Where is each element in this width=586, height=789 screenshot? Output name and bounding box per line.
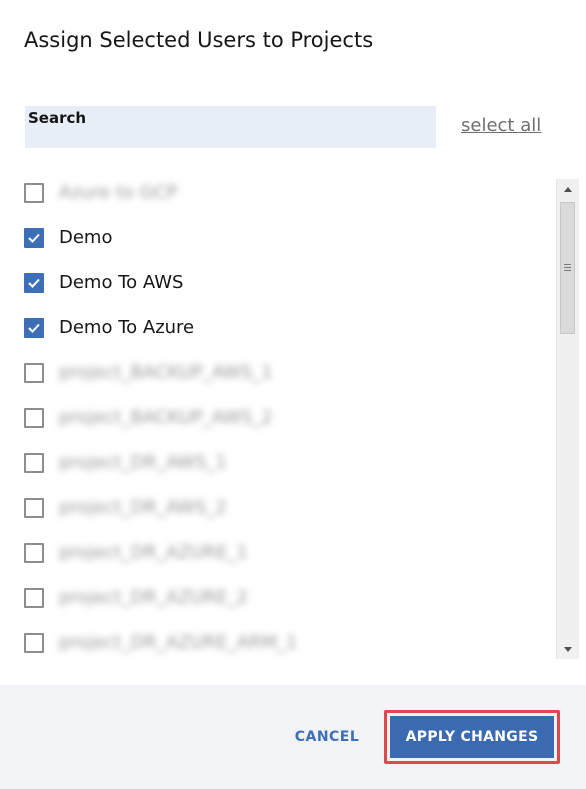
select-all-link[interactable]: select all [461, 115, 541, 136]
project-list-item[interactable]: Demo [0, 215, 540, 260]
checkbox-unchecked[interactable] [24, 362, 44, 383]
grip-icon [564, 264, 571, 271]
project-list-item[interactable]: project_BACKUP_AWS_1 [0, 350, 540, 395]
project-label: Demo To Azure [59, 317, 195, 338]
search-field[interactable]: Search [25, 106, 436, 148]
checkbox-unchecked[interactable] [24, 542, 44, 563]
project-label: project_DR_AZURE_ARM_1 [59, 632, 298, 653]
project-label: Demo [59, 227, 113, 248]
project-label: Demo To AWS [59, 272, 184, 293]
checkbox-unchecked[interactable] [24, 407, 44, 428]
project-list: Azure to GCP Demo Demo To AWS Demo To Azure… [0, 170, 580, 660]
project-label: project_DR_AZURE_1 [59, 542, 248, 563]
project-list-item[interactable]: project_DR_AZURE_2 [0, 575, 540, 620]
checkbox-unchecked[interactable] [24, 587, 44, 608]
dialog-title: Assign Selected Users to Projects [24, 28, 374, 52]
project-label: project_DR_AZURE_2 [59, 587, 248, 608]
scroll-down-arrow-icon[interactable] [557, 639, 579, 659]
checkmark-icon [28, 278, 40, 288]
dialog-footer: CANCEL APPLY CHANGES [0, 685, 586, 789]
scroll-thumb[interactable] [560, 202, 575, 334]
checkbox-checked[interactable] [24, 317, 44, 338]
checkmark-icon [28, 323, 40, 333]
project-list-item[interactable]: project_BACKUP_AWS_2 [0, 395, 540, 440]
project-list-item[interactable]: project_DR_AZURE_ARM_1 [0, 620, 540, 660]
project-list-item[interactable]: Demo To Azure [0, 305, 540, 350]
search-label: Search [28, 109, 87, 127]
project-list-item[interactable]: project_DR_AWS_1 [0, 440, 540, 485]
project-list-item[interactable]: project_DR_AWS_2 [0, 485, 540, 530]
checkbox-unchecked[interactable] [24, 182, 44, 203]
scroll-up-arrow-icon[interactable] [557, 179, 579, 199]
project-label: Azure to GCP [59, 182, 178, 203]
checkmark-icon [28, 233, 40, 243]
project-label: project_BACKUP_AWS_1 [59, 362, 273, 383]
checkbox-unchecked[interactable] [24, 497, 44, 518]
project-label: project_BACKUP_AWS_2 [59, 407, 273, 428]
checkbox-checked[interactable] [24, 227, 44, 248]
project-list-item[interactable]: Demo To AWS [0, 260, 540, 305]
search-input[interactable] [25, 128, 436, 148]
project-label: project_DR_AWS_2 [59, 497, 227, 518]
cancel-button[interactable]: CANCEL [280, 713, 374, 761]
checkbox-checked[interactable] [24, 272, 44, 293]
assign-projects-dialog: Assign Selected Users to Projects Search… [0, 0, 586, 789]
apply-changes-button[interactable]: APPLY CHANGES [390, 716, 554, 758]
project-list-item[interactable]: Azure to GCP [0, 170, 540, 215]
checkbox-unchecked[interactable] [24, 452, 44, 473]
checkbox-unchecked[interactable] [24, 632, 44, 653]
project-list-item[interactable]: project_DR_AZURE_1 [0, 530, 540, 575]
list-scrollbar[interactable] [556, 179, 579, 659]
project-label: project_DR_AWS_1 [59, 452, 227, 473]
